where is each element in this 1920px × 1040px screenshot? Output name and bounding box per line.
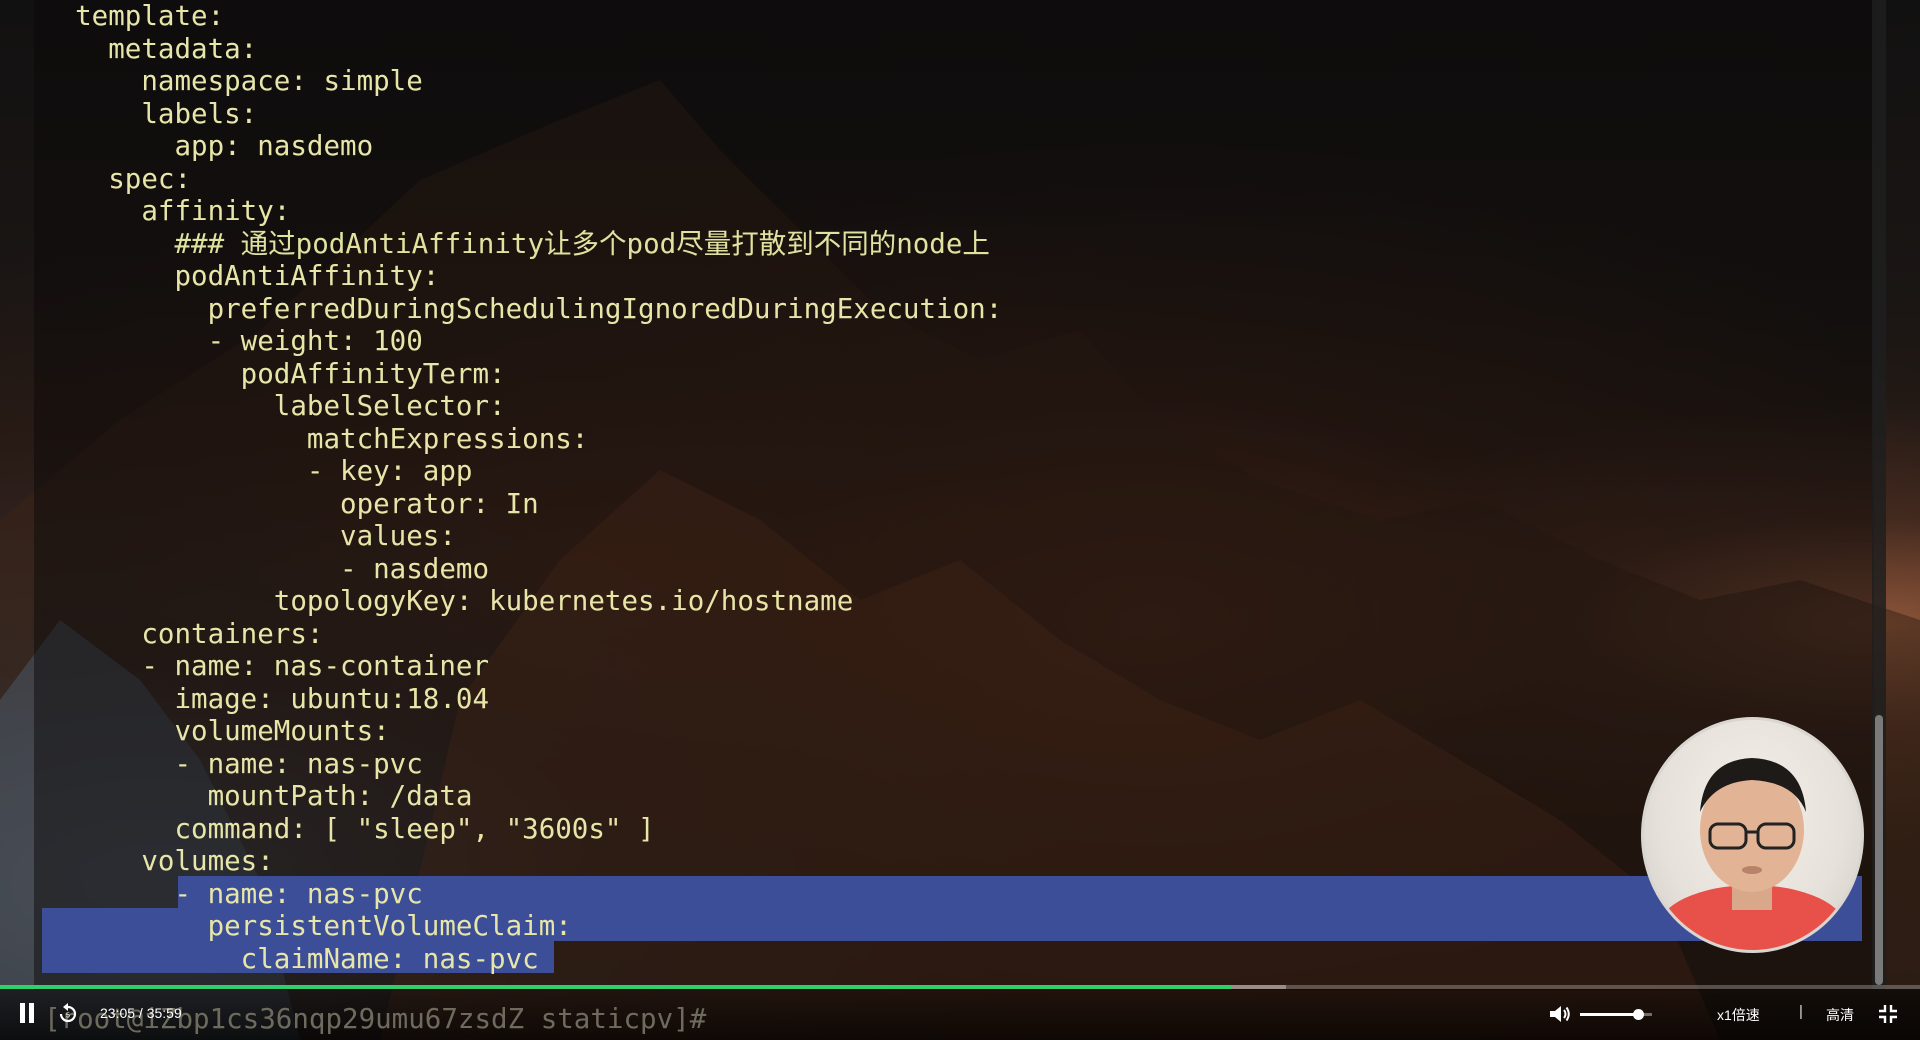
code-line: preferredDuringSchedulingIgnoredDuringEx… (42, 292, 1003, 325)
video-screen[interactable]: template: metadata: namespace: simple la… (0, 0, 1920, 1040)
speed-button[interactable]: x1倍速 (1717, 1005, 1760, 1025)
code-line: podAntiAffinity: (42, 260, 440, 292)
code-line: operator: In (42, 487, 539, 520)
code-line: claimName: nas-pvc (42, 942, 539, 975)
code-line: matchExpressions: (42, 422, 589, 455)
code-line: image: ubuntu:18.04 (42, 682, 490, 715)
code-line: labels: (42, 97, 258, 130)
volume-icon[interactable] (1548, 1003, 1572, 1025)
code-line: podAffinityTerm: (42, 357, 506, 390)
code-line: containers: (42, 617, 324, 650)
code-line: app: nasdemo (42, 130, 374, 162)
code-line: - name: nas-pvc (42, 747, 423, 780)
volume-level (1580, 1013, 1638, 1016)
code-line: - weight: 100 (42, 325, 423, 357)
code-line: labelSelector: (42, 390, 506, 422)
yaml-code: template: metadata: namespace: simple la… (42, 0, 1002, 975)
code-line: template: (42, 0, 225, 32)
replay-icon[interactable]: 5 (56, 1002, 80, 1026)
svg-text:5: 5 (66, 1013, 70, 1020)
code-line: persistentVolumeClaim: (42, 910, 572, 942)
control-separator: | (1799, 1003, 1803, 1020)
code-line: - name: nas-container (42, 650, 490, 682)
volume-slider[interactable] (1580, 1009, 1652, 1020)
code-line: affinity: (42, 195, 291, 227)
fullscreen-icon[interactable] (1878, 1004, 1898, 1024)
scrollbar-thumb[interactable] (1875, 715, 1883, 985)
presenter-webcam (1641, 717, 1864, 953)
playback-time: 23:05 / 35:59 (100, 1005, 182, 1021)
volume-knob[interactable] (1632, 1009, 1644, 1020)
code-line: metadata: (42, 32, 258, 65)
code-line: spec: (42, 162, 192, 195)
code-line: volumes: (42, 845, 274, 877)
code-line: - key: app (42, 455, 473, 487)
terminal-scrollbar[interactable] (1872, 0, 1886, 990)
code-line: command: [ "sleep", "3600s" ] (42, 812, 655, 845)
code-line: mountPath: /data (42, 780, 473, 812)
quality-button[interactable]: 高清 (1826, 1005, 1854, 1025)
code-line: - name: nas-pvc (42, 877, 423, 910)
code-line: volumeMounts: (42, 715, 390, 747)
pause-icon[interactable] (20, 1003, 36, 1025)
code-line: - nasdemo (42, 552, 490, 585)
code-line: values: (42, 520, 456, 552)
code-line: ### 通过podAntiAffinity让多个pod尽量打散到不同的node上 (42, 227, 990, 260)
code-line: namespace: simple (42, 65, 423, 97)
code-line: topologyKey: kubernetes.io/hostname (42, 585, 854, 617)
